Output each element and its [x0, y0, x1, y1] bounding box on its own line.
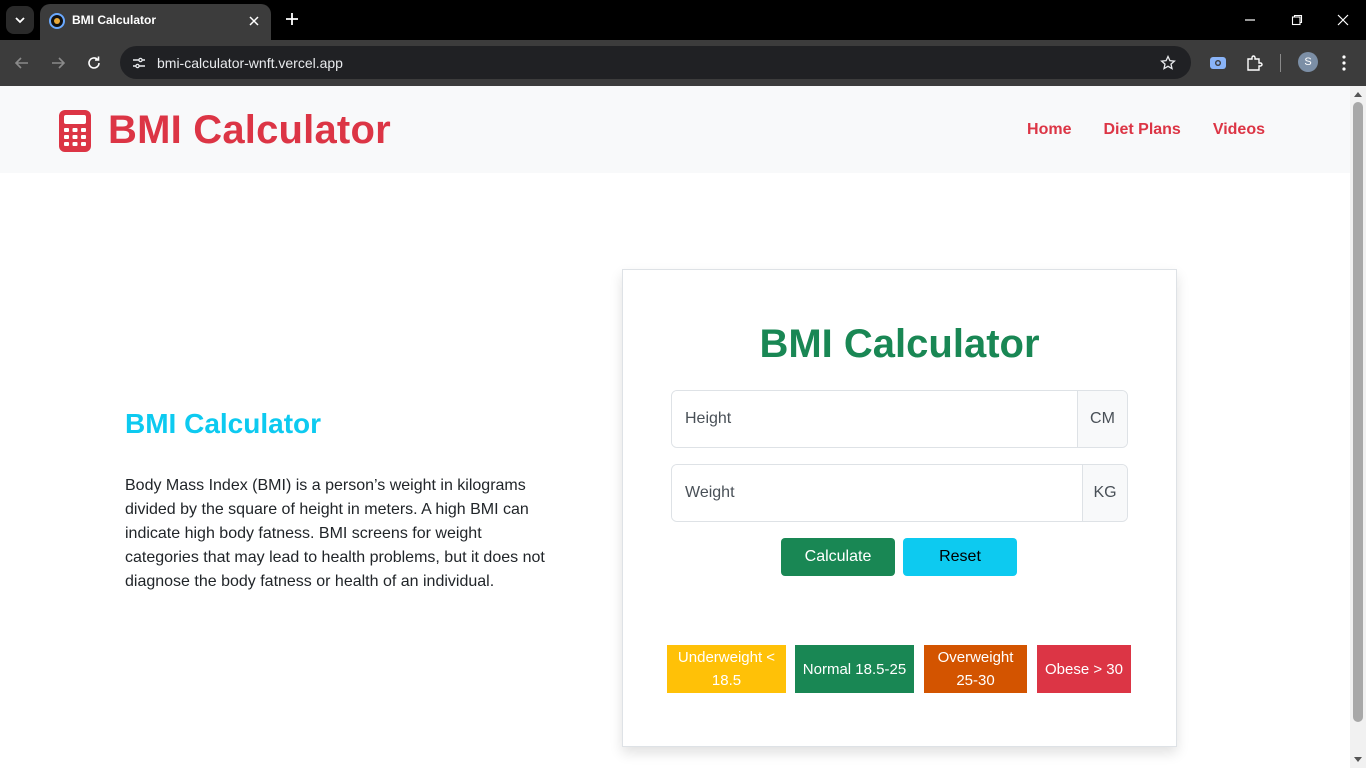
weight-input[interactable] — [672, 465, 1082, 521]
url-text: bmi-calculator-wnft.vercel.app — [157, 55, 343, 71]
toolbar-divider — [1280, 54, 1281, 72]
category-underweight-badge: Underweight < 18.5 — [667, 645, 786, 693]
restore-icon — [1291, 14, 1303, 26]
star-icon — [1160, 55, 1176, 70]
puzzle-icon — [1247, 55, 1263, 71]
calculator-icon — [59, 109, 91, 152]
height-input[interactable] — [672, 391, 1077, 447]
favicon-icon — [49, 13, 65, 29]
new-tab-button[interactable] — [281, 8, 303, 30]
tab-strip: BMI Calculator — [0, 0, 1366, 40]
scroll-up-arrow-icon[interactable] — [1354, 92, 1362, 97]
address-bar[interactable]: bmi-calculator-wnft.vercel.app — [120, 46, 1191, 79]
chevron-down-icon — [15, 17, 25, 24]
tab-close-button[interactable] — [245, 12, 263, 30]
profile-avatar[interactable]: S — [1298, 52, 1318, 72]
info-heading: BMI Calculator — [125, 408, 322, 439]
calculator-card: BMI Calculator CM KG Calculate Reset Und… — [622, 269, 1177, 747]
close-window-button[interactable] — [1321, 4, 1365, 36]
close-icon — [249, 16, 259, 26]
height-input-group: CM — [671, 390, 1128, 448]
arrow-left-icon — [14, 57, 28, 69]
reload-icon — [88, 56, 100, 69]
scroll-down-arrow-icon[interactable] — [1354, 757, 1362, 762]
category-normal-badge: Normal 18.5-25 — [795, 645, 914, 693]
arrow-right-icon — [52, 57, 66, 69]
weight-unit-label: KG — [1082, 465, 1127, 521]
nav-links: Home Diet Plans Videos — [1027, 121, 1265, 139]
camera-icon — [1210, 57, 1226, 69]
screenshot-extension-button[interactable] — [1205, 50, 1231, 76]
nav-videos-link[interactable]: Videos — [1213, 121, 1265, 139]
menu-button[interactable] — [1331, 50, 1357, 76]
height-unit-label: CM — [1077, 391, 1127, 447]
calculate-button[interactable]: Calculate — [781, 538, 895, 576]
restore-button[interactable] — [1275, 4, 1319, 36]
scroll-thumb[interactable] — [1353, 102, 1363, 722]
brand-link[interactable]: BMI Calculator — [58, 108, 391, 153]
tab-search-button[interactable] — [6, 6, 34, 34]
category-obese-badge: Obese > 30 — [1037, 645, 1131, 693]
minimize-button[interactable] — [1228, 4, 1272, 36]
reload-button[interactable] — [80, 49, 108, 77]
minimize-icon — [1245, 19, 1255, 21]
calculator-title: BMI Calculator — [759, 322, 1040, 366]
active-tab[interactable]: BMI Calculator — [40, 4, 271, 40]
tune-icon — [133, 57, 145, 69]
plus-icon — [286, 13, 298, 25]
bookmark-button[interactable] — [1157, 52, 1179, 74]
page-scrollbar[interactable] — [1350, 86, 1366, 768]
weight-input-group: KG — [671, 464, 1128, 522]
info-paragraph: Body Mass Index (BMI) is a person’s weig… — [125, 477, 545, 590]
more-vertical-icon — [1342, 55, 1346, 71]
brand-title: BMI Calculator — [108, 108, 391, 152]
site-info-button[interactable] — [128, 52, 150, 74]
reset-button[interactable]: Reset — [903, 538, 1017, 576]
tab-title: BMI Calculator — [72, 13, 157, 27]
page-viewport: BMI Calculator Home Diet Plans Videos BM… — [0, 86, 1366, 768]
forward-button[interactable] — [44, 49, 72, 77]
back-button[interactable] — [8, 49, 36, 77]
category-overweight-badge: Overweight 25-30 — [924, 645, 1027, 693]
nav-diet-plans-link[interactable]: Diet Plans — [1103, 121, 1180, 139]
extensions-button[interactable] — [1241, 50, 1267, 76]
nav-home-link[interactable]: Home — [1027, 121, 1071, 139]
close-icon — [1337, 14, 1349, 26]
site-navbar: BMI Calculator Home Diet Plans Videos — [0, 86, 1350, 173]
browser-toolbar: bmi-calculator-wnft.vercel.app S — [0, 40, 1366, 86]
